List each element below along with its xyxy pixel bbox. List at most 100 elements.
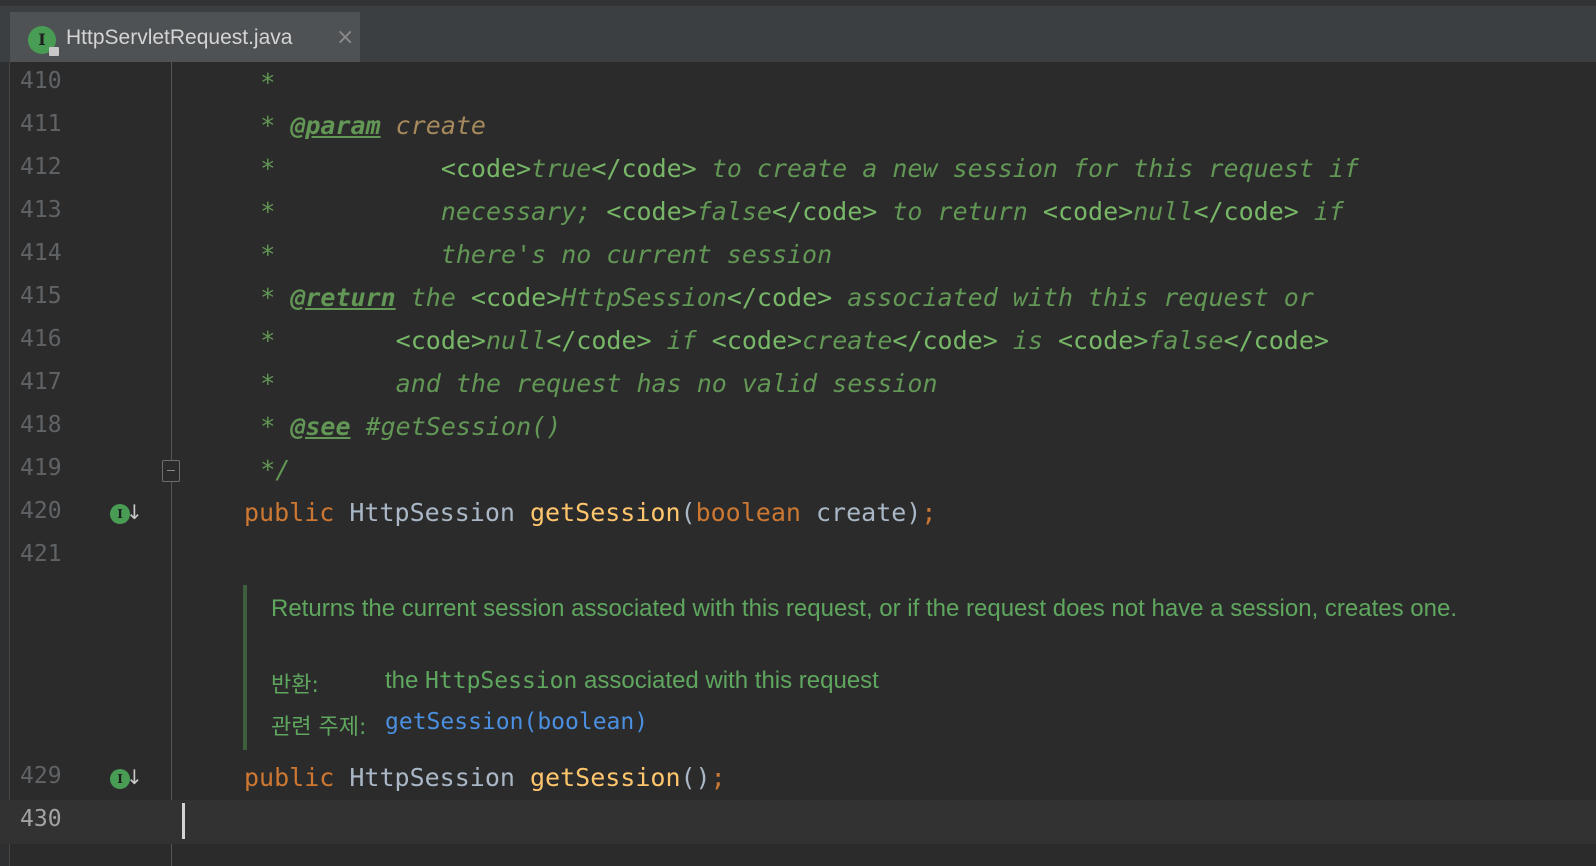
code-token: the (395, 283, 471, 312)
code-token: <code> (1042, 197, 1134, 226)
line-text: * @return the <code>HttpSession</code> a… (200, 281, 1314, 315)
code-token: </code> (892, 326, 998, 355)
code-token: false (1148, 326, 1224, 355)
code-line: 415 * @return the <code>HttpSession</cod… (0, 277, 1596, 321)
code-token: () (680, 763, 711, 792)
code-token: create (802, 326, 893, 355)
tab-title: HttpServletRequest.java (66, 26, 293, 49)
line-number: 412 (20, 154, 62, 180)
line-number: 411 (20, 111, 62, 137)
line-number: 418 (20, 412, 62, 438)
code-token: </code> (1223, 326, 1329, 355)
code-token: ( (680, 498, 696, 527)
code-token: create) (815, 498, 922, 527)
code-token: if (651, 326, 712, 355)
fold-icon[interactable] (162, 460, 180, 482)
code-line: 411 * @param create (0, 105, 1596, 149)
code-token: HttpSession (349, 763, 530, 792)
code-line: 429 I ↓ public HttpSession getSession(); (0, 757, 1596, 801)
line-text: * there's no current session (200, 240, 833, 269)
code-token: <code> (395, 326, 486, 355)
code-line: 413 * necessary; <code>false</code> to r… (0, 191, 1596, 235)
line-text: * @param create (200, 109, 486, 143)
code-token: * necessary; (200, 197, 607, 226)
interface-icon: I (28, 26, 59, 56)
line-number: 415 (20, 283, 62, 309)
tab-httpservletrequest[interactable]: I HttpServletRequest.java × (10, 12, 360, 68)
line-text: * <code>null</code> if <code>create</cod… (200, 324, 1329, 358)
code-token: public (244, 498, 350, 527)
code-token: ; (710, 763, 726, 792)
see-label: 관련 주제: (271, 715, 367, 740)
returns-code: HttpSession (425, 668, 578, 694)
line-number: 429 (20, 763, 62, 789)
line-number: 420 (20, 498, 62, 524)
lock-icon (49, 47, 59, 56)
code-token: ; (921, 498, 937, 527)
line-text: public HttpSession getSession(boolean cr… (244, 496, 936, 530)
code-token: </code> (726, 283, 833, 312)
current-code-line: 430 (0, 800, 1596, 844)
code-line: 417 * and the request has no valid sessi… (0, 363, 1596, 407)
javadoc-tag: @param (290, 111, 381, 140)
returns-pre: the (385, 667, 426, 694)
code-token: <code> (470, 283, 562, 312)
code-token: </code> (591, 154, 697, 183)
code-line: 421 (0, 535, 1596, 579)
line-number: 419 (20, 455, 62, 481)
line-text: public HttpSession getSession(); (244, 761, 726, 795)
code-token: false (696, 197, 772, 226)
code-token: boolean (695, 498, 816, 527)
go-to-implementation-icon[interactable]: ↓ (126, 500, 143, 524)
code-line: 412 * <code>true</code> to create a new … (0, 148, 1596, 192)
code-token: * (200, 412, 291, 441)
go-to-implementation-icon[interactable]: ↓ (126, 765, 143, 789)
code-token: <code> (711, 326, 803, 355)
code-token: HttpSession (561, 283, 727, 312)
code-token: </code> (546, 326, 652, 355)
code-token: @see (290, 412, 351, 441)
line-number: 421 (20, 541, 62, 567)
code-token: * (200, 283, 291, 312)
line-number: 417 (20, 369, 62, 395)
code-token: public (244, 763, 350, 792)
code-token: HttpSession (349, 498, 530, 527)
code-token: * (200, 154, 441, 183)
code-token: <code> (1057, 326, 1149, 355)
returns-post: associated with this request (577, 667, 879, 694)
close-icon[interactable]: × (336, 25, 354, 50)
code-token: @return (290, 283, 396, 312)
code-token: * (200, 326, 396, 355)
code-token: if (1298, 197, 1344, 226)
code-editor[interactable]: 410 * 411 * @param create 412 * <code>tr… (0, 62, 1596, 866)
code-token: </code> (1193, 197, 1299, 226)
code-token: true (531, 154, 592, 183)
code-token: to create a new session for this request… (696, 154, 1359, 183)
code-token: null (485, 326, 547, 355)
line-text: * <code>true</code> to create a new sess… (200, 152, 1359, 186)
see-link[interactable]: getSession(boolean) (385, 709, 648, 735)
code-line: 410 * (0, 62, 1596, 106)
code-token: associated with this request or (832, 283, 1314, 312)
line-text: * @see #getSession() (200, 410, 561, 444)
code-line: 419 */ (0, 449, 1596, 493)
code-token: <code> (440, 154, 532, 183)
code-token: <code> (606, 197, 697, 226)
doc-star: * (200, 111, 291, 140)
code-line: 418 * @see #getSession() (0, 406, 1596, 450)
line-number: 413 (20, 197, 62, 223)
code-line: 416 * <code>null</code> if <code>create<… (0, 320, 1596, 364)
line-text: * necessary; <code>false</code> to retur… (200, 195, 1344, 229)
line-text: */ (200, 455, 291, 484)
line-text: * (200, 68, 276, 97)
text-caret (182, 803, 185, 839)
code-token: is (997, 326, 1058, 355)
returns-value: the HttpSession associated with this req… (385, 667, 879, 695)
line-number: 416 (20, 326, 62, 352)
code-token: </code> (771, 197, 878, 226)
code-token: getSession (529, 763, 681, 792)
javadoc-description: Returns the current session associated w… (271, 595, 1457, 622)
line-number: 414 (20, 240, 62, 266)
param-name: create (380, 111, 486, 140)
rendered-javadoc[interactable]: Returns the current session associated w… (243, 585, 1503, 750)
